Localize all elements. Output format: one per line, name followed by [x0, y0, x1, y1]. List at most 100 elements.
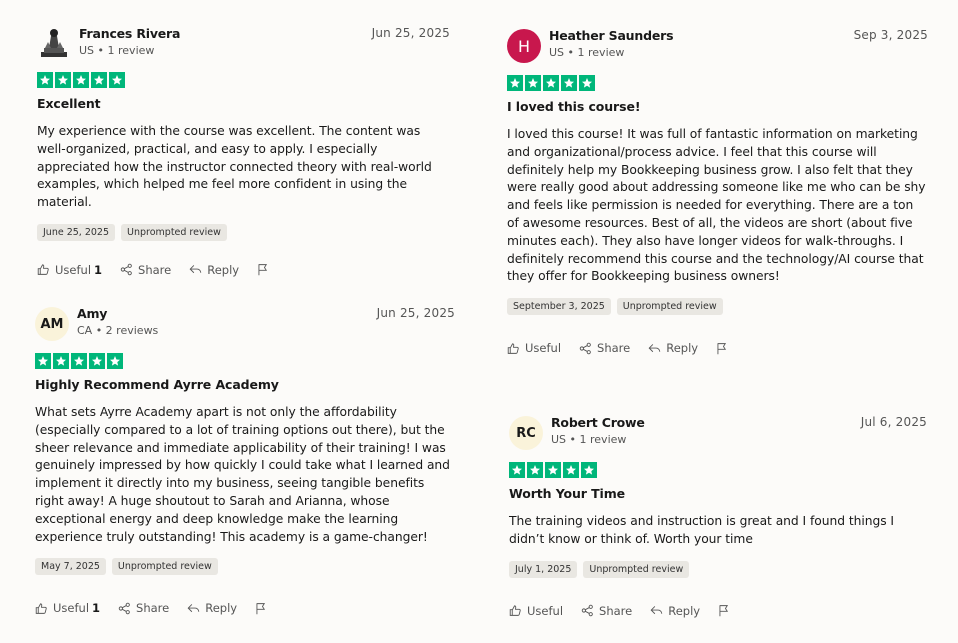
share-button[interactable]: Share [581, 604, 632, 618]
useful-count: 1 [92, 601, 101, 616]
reviewer-name[interactable]: Heather Saunders [549, 28, 674, 43]
review-actions: Useful 1 Share Reply [37, 263, 450, 277]
useful-button[interactable]: Useful [507, 341, 561, 355]
review-body: I loved this course! It was full of fant… [507, 127, 926, 284]
share-button[interactable]: Share [118, 601, 169, 615]
star-icon [561, 75, 577, 91]
star-icon [581, 462, 597, 478]
review-header: Frances Rivera US • 1 review Jun 25, 202… [37, 25, 450, 65]
review-actions: Useful 1 Share Reply [35, 601, 455, 615]
review-title[interactable]: Worth Your Time [509, 486, 927, 501]
reply-button[interactable]: Reply [650, 604, 700, 618]
experience-date-badge: June 25, 2025 [37, 223, 116, 241]
star-icon [579, 75, 595, 91]
unprompted-review-badge[interactable]: Unprompted review [111, 558, 218, 576]
share-button[interactable]: Share [120, 263, 171, 277]
useful-label: Useful [525, 341, 562, 356]
star-rating [509, 462, 927, 478]
reply-label: Reply [666, 341, 699, 356]
review-title[interactable]: Excellent [37, 96, 450, 111]
reviewer-name[interactable]: Robert Crowe [551, 415, 645, 430]
star-rating [35, 353, 455, 369]
review-tags: September 3, 2025 Unprompted review [507, 298, 928, 316]
reply-button[interactable]: Reply [648, 341, 698, 355]
star-icon [107, 353, 123, 369]
thumbs-up-icon [37, 263, 50, 276]
useful-button[interactable]: Useful [509, 604, 563, 618]
unprompted-review-badge[interactable]: Unprompted review [121, 223, 227, 241]
report-button[interactable] [255, 602, 267, 615]
useful-label: Useful [53, 601, 90, 616]
experience-date-badge: July 1, 2025 [509, 560, 578, 578]
star-icon [507, 75, 523, 91]
star-icon [53, 353, 69, 369]
reply-label: Reply [205, 601, 238, 616]
review-title[interactable]: I loved this course! [507, 99, 928, 114]
avatar-initials: H [517, 36, 531, 56]
experience-date-badge: September 3, 2025 [507, 298, 611, 316]
reviewer-name[interactable]: Frances Rivera [79, 26, 180, 41]
share-button[interactable]: Share [579, 341, 630, 355]
flag-icon [255, 602, 267, 615]
flag-icon [718, 604, 730, 617]
thumbs-up-icon [35, 602, 48, 615]
avatar-initials: RC [516, 425, 536, 441]
review-actions: Useful Share Reply [507, 341, 928, 355]
thumbs-up-icon [509, 604, 522, 617]
star-icon [55, 72, 71, 88]
reply-button[interactable]: Reply [187, 601, 237, 615]
reviewer-meta: CA • 2 reviews [77, 324, 159, 337]
reply-icon [650, 604, 663, 617]
avatar: H [507, 29, 541, 63]
useful-button[interactable]: Useful 1 [37, 263, 102, 277]
avatar: RC [509, 416, 543, 450]
unprompted-review-badge[interactable]: Unprompted review [616, 298, 723, 316]
report-button[interactable] [716, 342, 728, 355]
report-button[interactable] [257, 263, 269, 276]
flag-icon [716, 342, 728, 355]
star-icon [509, 462, 525, 478]
thumbs-up-icon [507, 342, 520, 355]
flag-icon [257, 263, 269, 276]
avatar: AM [35, 307, 69, 341]
star-icon [71, 353, 87, 369]
reply-icon [187, 602, 200, 615]
share-icon [118, 602, 131, 615]
review-body: My experience with the course was excell… [37, 124, 432, 210]
star-icon [545, 462, 561, 478]
star-rating [507, 75, 928, 91]
review-date: Sep 3, 2025 [853, 28, 928, 42]
share-label: Share [136, 601, 170, 616]
reviewer-meta: US • 1 review [79, 44, 155, 57]
review-card: H Heather Saunders US • 1 review Sep 3, … [507, 27, 928, 355]
review-date: Jun 25, 2025 [376, 306, 455, 320]
report-button[interactable] [718, 604, 730, 617]
reply-label: Reply [668, 603, 701, 618]
star-icon [37, 72, 53, 88]
share-label: Share [599, 603, 633, 618]
useful-count: 1 [94, 262, 103, 277]
review-date: Jun 25, 2025 [371, 26, 450, 40]
review-title[interactable]: Highly Recommend Ayrre Academy [35, 377, 455, 392]
avatar-initials: AM [40, 316, 64, 332]
review-card: Frances Rivera US • 1 review Jun 25, 202… [37, 25, 450, 277]
star-rating [37, 72, 450, 88]
reviewer-name[interactable]: Amy [77, 306, 107, 321]
star-icon [527, 462, 543, 478]
star-icon [89, 353, 105, 369]
reply-button[interactable]: Reply [189, 263, 239, 277]
unprompted-review-badge[interactable]: Unprompted review [583, 560, 690, 578]
reply-icon [189, 263, 202, 276]
monument-icon [37, 25, 71, 59]
star-icon [543, 75, 559, 91]
reviewer-meta: US • 1 review [549, 46, 625, 59]
useful-label: Useful [527, 603, 564, 618]
star-icon [73, 72, 89, 88]
reply-icon [648, 342, 661, 355]
review-card: AM Amy CA • 2 reviews Jun 25, 2025 Highl… [35, 305, 455, 615]
reply-label: Reply [207, 262, 240, 277]
review-header: RC Robert Crowe US • 1 review Jul 6, 202… [509, 414, 927, 454]
star-icon [35, 353, 51, 369]
useful-button[interactable]: Useful 1 [35, 601, 100, 615]
useful-label: Useful [55, 262, 92, 277]
